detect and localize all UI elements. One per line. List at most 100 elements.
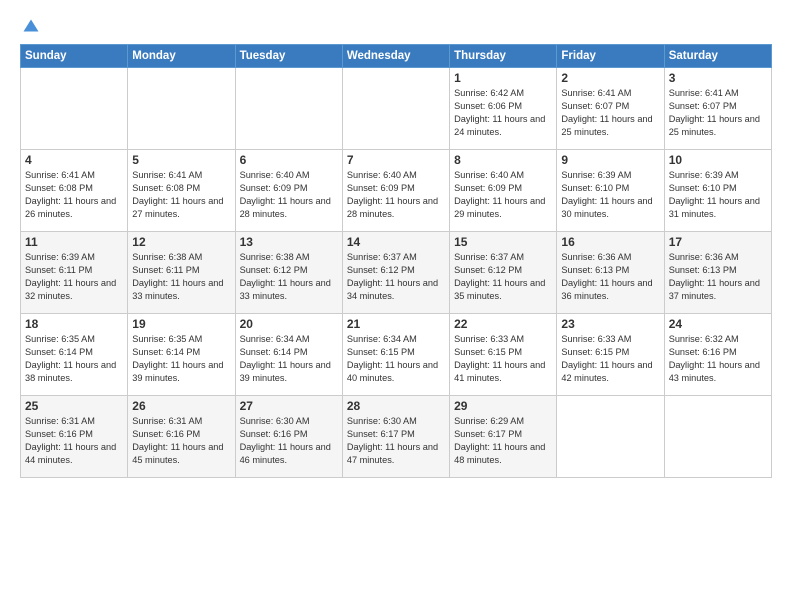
day-number: 12: [132, 235, 230, 249]
day-info: Sunrise: 6:36 AM Sunset: 6:13 PM Dayligh…: [561, 251, 659, 303]
calendar-cell: 25 Sunrise: 6:31 AM Sunset: 6:16 PM Dayli…: [21, 396, 128, 478]
day-info: Sunrise: 6:31 AM Sunset: 6:16 PM Dayligh…: [132, 415, 230, 467]
col-header-friday: Friday: [557, 45, 664, 68]
calendar-cell: 1 Sunrise: 6:42 AM Sunset: 6:06 PM Daylig…: [450, 68, 557, 150]
day-info: Sunrise: 6:35 AM Sunset: 6:14 PM Dayligh…: [25, 333, 123, 385]
calendar-cell: 8Sunrise: 6:40 AM Sunset: 6:09 PM Daylig…: [450, 150, 557, 232]
calendar-cell: 24 Sunrise: 6:32 AM Sunset: 6:16 PM Dayli…: [664, 314, 771, 396]
day-info: Sunrise: 6:32 AM Sunset: 6:16 PM Dayligh…: [669, 333, 767, 385]
day-number: 17: [669, 235, 767, 249]
calendar-cell: 21 Sunrise: 6:34 AM Sunset: 6:15 PM Dayli…: [342, 314, 449, 396]
day-number: 9: [561, 153, 659, 167]
day-number: 11: [25, 235, 123, 249]
day-number: 6: [240, 153, 338, 167]
calendar-table: SundayMondayTuesdayWednesdayThursdayFrid…: [20, 44, 772, 478]
calendar-cell: 19 Sunrise: 6:35 AM Sunset: 6:14 PM Dayli…: [128, 314, 235, 396]
calendar-cell: 12 Sunrise: 6:38 AM Sunset: 6:11 PM Dayli…: [128, 232, 235, 314]
calendar-cell: 20 Sunrise: 6:34 AM Sunset: 6:14 PM Dayli…: [235, 314, 342, 396]
col-header-sunday: Sunday: [21, 45, 128, 68]
header: [20, 16, 772, 36]
calendar-cell: [235, 68, 342, 150]
day-info: Sunrise: 6:41 AM Sunset: 6:07 PM Dayligh…: [669, 87, 767, 139]
calendar-cell: 7 Sunrise: 6:40 AM Sunset: 6:09 PM Daylig…: [342, 150, 449, 232]
col-header-wednesday: Wednesday: [342, 45, 449, 68]
calendar-cell: 16 Sunrise: 6:36 AM Sunset: 6:13 PM Dayli…: [557, 232, 664, 314]
day-info: Sunrise: 6:41 AM Sunset: 6:07 PM Dayligh…: [561, 87, 659, 139]
day-number: 10: [669, 153, 767, 167]
col-header-thursday: Thursday: [450, 45, 557, 68]
day-number: 14: [347, 235, 445, 249]
day-info: Sunrise: 6:39 AM Sunset: 6:11 PM Dayligh…: [25, 251, 123, 303]
calendar-cell: 13 Sunrise: 6:38 AM Sunset: 6:12 PM Dayli…: [235, 232, 342, 314]
day-number: 24: [669, 317, 767, 331]
calendar-cell: 26 Sunrise: 6:31 AM Sunset: 6:16 PM Dayli…: [128, 396, 235, 478]
day-number: 8: [454, 153, 552, 167]
day-number: 4: [25, 153, 123, 167]
logo: [20, 20, 40, 36]
day-number: 13: [240, 235, 338, 249]
calendar-week-row: 1 Sunrise: 6:42 AM Sunset: 6:06 PM Daylig…: [21, 68, 772, 150]
day-number: 15: [454, 235, 552, 249]
day-info: Sunrise: 6:37 AM Sunset: 6:12 PM Dayligh…: [454, 251, 552, 303]
calendar-page: SundayMondayTuesdayWednesdayThursdayFrid…: [0, 0, 792, 612]
day-info: Sunrise: 6:35 AM Sunset: 6:14 PM Dayligh…: [132, 333, 230, 385]
day-info: Sunrise: 6:42 AM Sunset: 6:06 PM Dayligh…: [454, 87, 552, 139]
day-info: Sunrise: 6:36 AM Sunset: 6:13 PM Dayligh…: [669, 251, 767, 303]
calendar-header-row: SundayMondayTuesdayWednesdayThursdayFrid…: [21, 45, 772, 68]
calendar-cell: 29 Sunrise: 6:29 AM Sunset: 6:17 PM Dayli…: [450, 396, 557, 478]
calendar-cell: [21, 68, 128, 150]
day-info: Sunrise: 6:34 AM Sunset: 6:14 PM Dayligh…: [240, 333, 338, 385]
day-number: 19: [132, 317, 230, 331]
day-number: 7: [347, 153, 445, 167]
calendar-cell: 14 Sunrise: 6:37 AM Sunset: 6:12 PM Dayli…: [342, 232, 449, 314]
day-number: 27: [240, 399, 338, 413]
day-info: Sunrise: 6:41 AM Sunset: 6:08 PM Dayligh…: [132, 169, 230, 221]
day-info: Sunrise: 6:29 AM Sunset: 6:17 PM Dayligh…: [454, 415, 552, 467]
day-number: 16: [561, 235, 659, 249]
calendar-cell: 17 Sunrise: 6:36 AM Sunset: 6:13 PM Dayli…: [664, 232, 771, 314]
calendar-cell: [342, 68, 449, 150]
day-number: 25: [25, 399, 123, 413]
calendar-cell: 28 Sunrise: 6:30 AM Sunset: 6:17 PM Dayli…: [342, 396, 449, 478]
day-number: 28: [347, 399, 445, 413]
calendar-cell: 22 Sunrise: 6:33 AM Sunset: 6:15 PM Dayli…: [450, 314, 557, 396]
calendar-cell: 11 Sunrise: 6:39 AM Sunset: 6:11 PM Dayli…: [21, 232, 128, 314]
day-number: 23: [561, 317, 659, 331]
calendar-cell: 18Sunrise: 6:35 AM Sunset: 6:14 PM Dayli…: [21, 314, 128, 396]
day-info: Sunrise: 6:30 AM Sunset: 6:16 PM Dayligh…: [240, 415, 338, 467]
day-number: 20: [240, 317, 338, 331]
calendar-cell: 15 Sunrise: 6:37 AM Sunset: 6:12 PM Dayli…: [450, 232, 557, 314]
day-info: Sunrise: 6:30 AM Sunset: 6:17 PM Dayligh…: [347, 415, 445, 467]
calendar-week-row: 4 Sunrise: 6:41 AM Sunset: 6:08 PM Daylig…: [21, 150, 772, 232]
col-header-monday: Monday: [128, 45, 235, 68]
day-info: Sunrise: 6:33 AM Sunset: 6:15 PM Dayligh…: [454, 333, 552, 385]
calendar-week-row: 11 Sunrise: 6:39 AM Sunset: 6:11 PM Dayli…: [21, 232, 772, 314]
day-number: 29: [454, 399, 552, 413]
day-info: Sunrise: 6:37 AM Sunset: 6:12 PM Dayligh…: [347, 251, 445, 303]
day-info: Sunrise: 6:34 AM Sunset: 6:15 PM Dayligh…: [347, 333, 445, 385]
calendar-cell: [557, 396, 664, 478]
calendar-cell: 3 Sunrise: 6:41 AM Sunset: 6:07 PM Daylig…: [664, 68, 771, 150]
day-number: 21: [347, 317, 445, 331]
calendar-cell: 27 Sunrise: 6:30 AM Sunset: 6:16 PM Dayli…: [235, 396, 342, 478]
day-number: 26: [132, 399, 230, 413]
day-number: 3: [669, 71, 767, 85]
calendar-cell: 5Sunrise: 6:41 AM Sunset: 6:08 PM Daylig…: [128, 150, 235, 232]
calendar-week-row: 25 Sunrise: 6:31 AM Sunset: 6:16 PM Dayli…: [21, 396, 772, 478]
calendar-cell: 9 Sunrise: 6:39 AM Sunset: 6:10 PM Daylig…: [557, 150, 664, 232]
calendar-cell: [664, 396, 771, 478]
day-info: Sunrise: 6:38 AM Sunset: 6:12 PM Dayligh…: [240, 251, 338, 303]
day-number: 2: [561, 71, 659, 85]
day-info: Sunrise: 6:40 AM Sunset: 6:09 PM Dayligh…: [240, 169, 338, 221]
calendar-cell: 2 Sunrise: 6:41 AM Sunset: 6:07 PM Daylig…: [557, 68, 664, 150]
day-info: Sunrise: 6:39 AM Sunset: 6:10 PM Dayligh…: [669, 169, 767, 221]
calendar-cell: 10 Sunrise: 6:39 AM Sunset: 6:10 PM Dayli…: [664, 150, 771, 232]
day-info: Sunrise: 6:40 AM Sunset: 6:09 PM Dayligh…: [347, 169, 445, 221]
col-header-saturday: Saturday: [664, 45, 771, 68]
calendar-cell: 6 Sunrise: 6:40 AM Sunset: 6:09 PM Daylig…: [235, 150, 342, 232]
day-number: 22: [454, 317, 552, 331]
day-info: Sunrise: 6:31 AM Sunset: 6:16 PM Dayligh…: [25, 415, 123, 467]
day-number: 1: [454, 71, 552, 85]
day-info: Sunrise: 6:39 AM Sunset: 6:10 PM Dayligh…: [561, 169, 659, 221]
day-info: Sunrise: 6:38 AM Sunset: 6:11 PM Dayligh…: [132, 251, 230, 303]
